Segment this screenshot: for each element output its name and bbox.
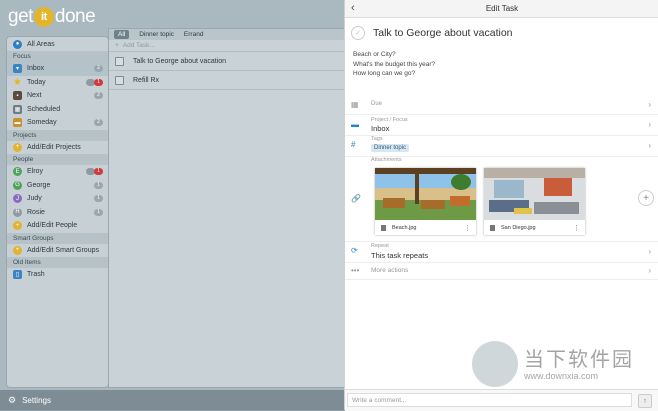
add-attachment-button[interactable]: + [638, 190, 654, 206]
beach-image [375, 168, 476, 220]
count-badge: 1 [94, 168, 103, 175]
chevron-right-icon: › [648, 247, 651, 256]
count-badge: 2 [94, 119, 103, 126]
repeat-field[interactable]: ⟳ Repeat This task repeats › [345, 242, 658, 263]
task-row[interactable]: Refill Rx [109, 71, 345, 90]
task-checkbox[interactable] [115, 75, 124, 85]
section-projects: Projects [7, 129, 108, 141]
send-button[interactable]: ↑ [638, 394, 652, 408]
tab-dinner-topic[interactable]: Dinner topic [139, 31, 174, 38]
task-row[interactable]: Talk to George about vacation [109, 52, 345, 71]
sidebar-item-judy[interactable]: J Judy 1 [7, 192, 108, 206]
section-smart-groups: Smart Groups [7, 232, 108, 244]
tag-chip[interactable]: Dinner topic [371, 144, 410, 152]
chevron-right-icon: › [648, 100, 651, 109]
watermark-logo [472, 341, 518, 387]
tab-all[interactable]: All [114, 30, 130, 39]
plus-icon: + [13, 221, 22, 231]
count-badge: 1 [94, 195, 103, 202]
sidebar-item-scheduled[interactable]: ▦ Scheduled [7, 103, 108, 117]
settings-bar[interactable]: ⚙ Settings [0, 390, 352, 410]
filter-tabs: All Dinner topic Errand [109, 29, 345, 40]
section-people: People [7, 154, 108, 165]
chevron-right-icon: › [648, 120, 651, 129]
file-icon [381, 224, 386, 231]
sidebar-item-next[interactable]: ▪ Next 2 [7, 89, 108, 103]
chevron-right-icon: › [648, 141, 651, 150]
more-horizontal-icon: ••• [351, 266, 360, 275]
sidebar-item-add-smart-groups[interactable]: + Add/Edit Smart Groups [7, 244, 108, 258]
sidebar-item-all-areas[interactable]: ● All Areas [7, 37, 108, 51]
chevron-right-icon: › [648, 266, 651, 275]
attachment-thumbnail[interactable]: Beach.jpg ⋮ [375, 168, 476, 235]
sidebar-item-add-projects[interactable]: + Add/Edit Projects [7, 141, 108, 155]
globe-icon: ● [13, 39, 22, 49]
repeat-icon: ⟳ [351, 246, 358, 255]
more-vertical-icon[interactable]: ⋮ [464, 224, 471, 232]
avatar: E [13, 167, 22, 177]
app-window: get it done ● All Areas Focus ▾ Inbox 2 ★ … [0, 0, 352, 410]
avatar: R [13, 207, 22, 217]
calendar-icon: ▦ [351, 100, 359, 109]
section-old-items: Old Items [7, 257, 108, 268]
sidebar-item-today[interactable]: ★ Today 1 [7, 76, 108, 90]
star-icon: ★ [13, 76, 22, 88]
paperclip-icon: 🔗 [351, 194, 361, 203]
task-list: All Dinner topic Errand + Add Task... Ta… [108, 28, 346, 388]
sidebar-item-inbox[interactable]: ▾ Inbox 2 [7, 62, 108, 76]
avatar: G [13, 180, 22, 190]
count-badge: 1 [94, 181, 103, 189]
panel-header: ‹ Edit Task [345, 0, 658, 18]
folder-icon: ▬ [13, 118, 22, 128]
sidebar-item-elroy[interactable]: E Elroy 1 [7, 165, 108, 179]
sidebar: ● All Areas Focus ▾ Inbox 2 ★ Today 1 ▪ … [6, 36, 109, 388]
app-logo: get it done [8, 6, 96, 27]
calendar-icon: ▦ [13, 104, 22, 114]
plus-icon: + [13, 245, 22, 255]
task-notes[interactable]: Beach or City? What's the budget this ye… [345, 50, 658, 79]
plus-icon: + [115, 42, 119, 49]
san-diego-image [484, 168, 585, 220]
sidebar-item-someday[interactable]: ▬ Someday 2 [7, 116, 108, 130]
inbox-icon: ▾ [13, 64, 22, 74]
plus-icon: + [13, 142, 22, 152]
complete-checkbox[interactable]: ✓ [351, 26, 365, 40]
more-actions-field[interactable]: ••• More actions › [345, 263, 658, 280]
trash-icon: ▯ [13, 270, 22, 280]
file-icon [490, 224, 495, 231]
count-badge: 2 [94, 92, 103, 99]
section-focus: Focus [7, 51, 108, 62]
next-icon: ▪ [13, 91, 22, 101]
comment-bar: Write a comment... ↑ [345, 389, 658, 411]
sidebar-item-trash[interactable]: ▯ Trash [7, 268, 108, 282]
hashtag-icon: # [351, 140, 356, 149]
tags-field[interactable]: # Tags Dinner topic › [345, 136, 658, 157]
count-badge: 1 [94, 78, 103, 86]
due-field[interactable]: ▦ Due › [345, 96, 658, 115]
sidebar-item-rosie[interactable]: R Rosie 1 [7, 206, 108, 220]
gear-icon: ⚙ [8, 394, 17, 405]
add-task-input[interactable]: + Add Task... [109, 40, 345, 52]
task-title[interactable]: Talk to George about vacation [373, 27, 513, 39]
task-checkbox[interactable] [115, 56, 124, 66]
tab-errand[interactable]: Errand [184, 31, 204, 38]
sidebar-item-add-people[interactable]: + Add/Edit People [7, 219, 108, 233]
task-title-row[interactable]: ✓ Talk to George about vacation [345, 18, 658, 48]
sidebar-item-george[interactable]: G George 1 [7, 179, 108, 193]
attachment-thumbnail[interactable]: San Diego.jpg ⋮ [484, 168, 585, 235]
folder-icon: ▬ [351, 120, 359, 129]
count-badge: 2 [94, 65, 103, 72]
avatar: J [13, 194, 22, 204]
count-badge: 1 [94, 208, 103, 216]
project-field[interactable]: ▬ Project / Focus Inbox › [345, 115, 658, 136]
watermark: 当下软件园 www.downxia.com [472, 341, 650, 391]
comment-input[interactable]: Write a comment... [347, 393, 632, 407]
back-icon[interactable]: ‹ [351, 2, 355, 14]
more-vertical-icon[interactable]: ⋮ [573, 224, 580, 232]
